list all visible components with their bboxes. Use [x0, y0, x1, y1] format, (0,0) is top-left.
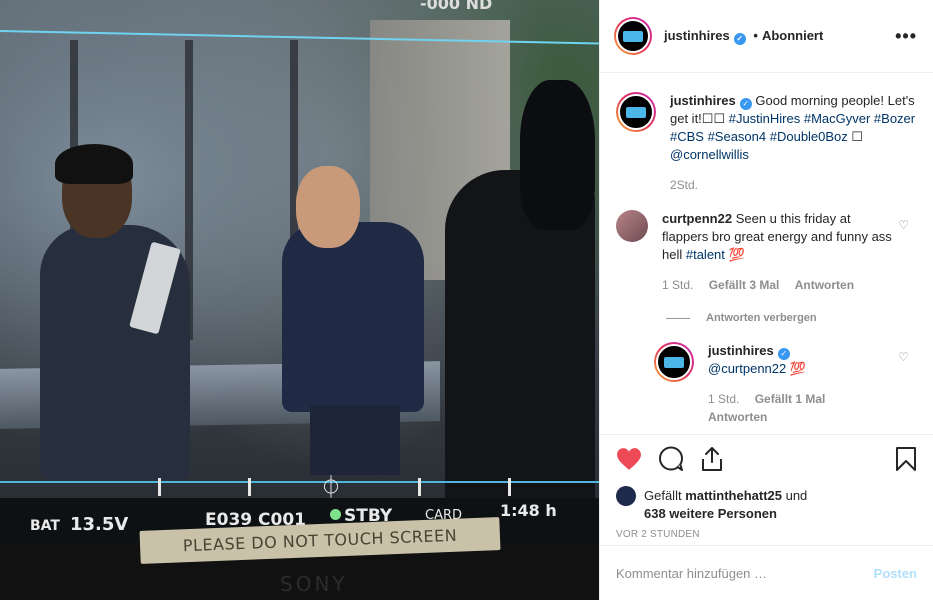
avatar[interactable]: [614, 17, 652, 55]
post-timestamp[interactable]: VOR 2 STUNDEN: [616, 529, 917, 540]
viewfinder-time: 1:48 h: [500, 501, 557, 520]
post-photo[interactable]: -000 ND ⏀ BAT 13.5V E039 C001 STBY CARD …: [0, 0, 599, 600]
camera-brand: SONY: [280, 572, 348, 596]
reply-likes[interactable]: Gefällt 1 Mal: [755, 392, 826, 406]
post-side-panel: justinhires ✓ • Abonniert ••• justinhires ✓…: [599, 0, 933, 600]
replies-dash: [666, 317, 690, 319]
caption-time[interactable]: 2Std.: [670, 178, 698, 192]
share-icon[interactable]: [700, 446, 724, 475]
hide-replies-button[interactable]: Antworten verbergen: [666, 312, 917, 324]
standby-dot-icon: [330, 509, 341, 520]
comment-like-heart-icon[interactable]: ♡: [898, 218, 909, 232]
likes-others[interactable]: 638 weitere Personen: [644, 506, 777, 521]
reply-time[interactable]: 1 Std.: [708, 392, 739, 406]
comment-username[interactable]: curtpenn22: [662, 211, 732, 226]
likes-mid: und: [781, 488, 808, 503]
avatar-image: [656, 344, 692, 380]
liker-username[interactable]: mattinthehatt25: [685, 488, 782, 503]
liker-avatar[interactable]: [616, 486, 636, 506]
header-username[interactable]: justinhires: [664, 28, 730, 43]
verified-badge-icon: ✓: [733, 32, 746, 45]
reply: justinhires ✓ @curtpenn22 💯 1 Std. Gefäll…: [654, 342, 917, 426]
bookmark-icon[interactable]: [895, 446, 917, 475]
header-user: justinhires ✓ • Abonniert: [664, 28, 823, 45]
comment-likes[interactable]: Gefällt 3 Mal: [709, 278, 780, 292]
likes-prefix: Gefällt: [644, 488, 686, 503]
add-comment-bar: Posten: [600, 545, 933, 600]
reply-mention[interactable]: @curtpenn22: [708, 361, 786, 376]
viewfinder-battery-label: BAT: [30, 518, 60, 534]
post-header: justinhires ✓ • Abonniert •••: [600, 0, 933, 73]
comment-body: curtpenn22 Seen u this friday at flapper…: [662, 210, 917, 294]
comment-reply-button[interactable]: Antworten: [795, 278, 854, 292]
avatar-image: [616, 19, 650, 53]
likes-summary: Gefällt mattinthehatt25 und 638 weitere …: [616, 486, 917, 523]
caption-username[interactable]: justinhires: [670, 93, 736, 108]
viewfinder-tick: [508, 478, 511, 496]
follow-status-button[interactable]: Abonniert: [762, 28, 823, 43]
avatar-logo: [664, 356, 684, 368]
caption-mention[interactable]: @cornellwillis: [670, 147, 749, 162]
instagram-post: -000 ND ⏀ BAT 13.5V E039 C001 STBY CARD …: [0, 0, 933, 600]
photo-person-center-head: [296, 166, 360, 248]
reply-body: justinhires ✓ @curtpenn22 💯 1 Std. Gefäll…: [708, 342, 917, 426]
more-options-icon[interactable]: •••: [895, 26, 917, 47]
action-icons: [616, 445, 917, 475]
viewfinder-tick: [418, 478, 421, 496]
comment-meta: 1 Std. Gefällt 3 Mal Antworten: [662, 276, 895, 294]
comment-time[interactable]: 1 Std.: [662, 278, 693, 292]
viewfinder-tick: [248, 478, 251, 496]
viewfinder-battery-value: 13.5V: [70, 514, 129, 535]
header-separator: •: [753, 27, 758, 43]
hide-replies-label: Antworten verbergen: [706, 312, 817, 324]
verified-badge-icon: ✓: [739, 98, 752, 110]
post-actions: Gefällt mattinthehatt25 und 638 weitere …: [600, 434, 933, 540]
avatar-logo: [626, 106, 646, 118]
caption: justinhires ✓ Good morning people! Let's …: [616, 92, 917, 194]
comment: curtpenn22 Seen u this friday at flapper…: [616, 210, 917, 294]
like-heart-icon[interactable]: [616, 447, 642, 474]
photo-person-right-hair: [520, 80, 595, 230]
comments-list[interactable]: justinhires ✓ Good morning people! Let's …: [600, 74, 933, 434]
photo-person-center: [282, 222, 424, 412]
comment-emoji: 💯: [724, 247, 745, 262]
reply-emoji: 💯: [786, 361, 807, 376]
likes-text: Gefällt mattinthehatt25 und 638 weitere …: [644, 487, 807, 523]
caption-meta: 2Std.: [670, 176, 917, 194]
caption-body: justinhires ✓ Good morning people! Let's …: [670, 92, 917, 194]
comment-avatar[interactable]: [616, 210, 648, 242]
comment-input[interactable]: [616, 565, 874, 581]
reply-meta: 1 Std. Gefällt 1 Mal Antworten: [708, 390, 917, 426]
avatar-image: [618, 94, 654, 130]
photo-person-left-hair: [55, 144, 133, 184]
comment-hashtag[interactable]: #talent: [686, 247, 725, 262]
reply-username[interactable]: justinhires: [708, 343, 774, 358]
photo-person-center-legs: [310, 405, 400, 475]
reply-avatar[interactable]: [654, 342, 694, 382]
viewfinder-tick: [158, 478, 161, 496]
reply-like-heart-icon[interactable]: ♡: [898, 350, 909, 364]
viewfinder-top-text: -000 ND: [420, 0, 493, 13]
caption-emoji: ☐: [847, 129, 864, 144]
verified-badge-icon: ✓: [777, 348, 790, 360]
caption-avatar[interactable]: [616, 92, 656, 132]
post-comment-button[interactable]: Posten: [874, 566, 917, 581]
avatar-logo: [623, 30, 643, 42]
reply-reply-button[interactable]: Antworten: [708, 410, 767, 424]
comment-icon[interactable]: [658, 446, 684, 475]
